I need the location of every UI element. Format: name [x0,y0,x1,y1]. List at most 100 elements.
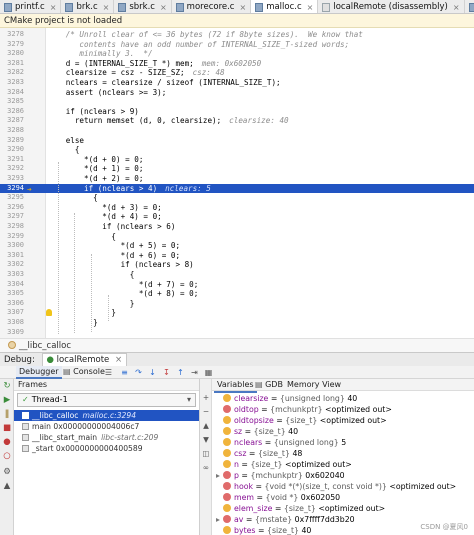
code-line[interactable]: 3288 [0,126,474,136]
line-number[interactable]: 3307 [2,308,24,318]
tab-gdb[interactable]: ▤ GDB [252,379,286,391]
line-number[interactable]: 3282 [2,68,24,78]
stack-frame[interactable]: main 0x00000000004006c7 [14,421,199,432]
tab-file[interactable]: printf.c × [0,0,62,13]
stack-frame[interactable]: _start 0x0000000000400589 [14,443,199,454]
code-line[interactable]: 3300 *(d + 5) = 0; [0,241,474,251]
line-number[interactable]: 3296 [2,203,24,213]
code-line[interactable]: 3295 { [0,193,474,203]
run-config-tab[interactable]: ● localRemote × [41,353,128,366]
line-number[interactable]: 3293 [2,174,24,184]
line-number[interactable]: 3283 [2,78,24,88]
close-icon[interactable]: × [103,3,110,12]
force-step-into-icon[interactable]: ↧ [162,368,171,377]
line-number[interactable]: 3298 [2,222,24,232]
tab-memory-view[interactable]: Memory View [284,379,344,391]
variable-row[interactable]: csz = {size_t} 48 [212,448,474,459]
show-execution-point-icon[interactable]: ≡ [120,368,129,377]
close-icon[interactable]: × [307,3,314,12]
code-line[interactable]: 3297 *(d + 4) = 0; [0,212,474,222]
line-number[interactable]: 3299 [2,232,24,242]
close-icon[interactable]: × [239,3,246,12]
variable-row[interactable]: ▸ p = {mchunkptr} 0x602040 [212,470,474,481]
line-number[interactable]: 3305 [2,289,24,299]
variable-row[interactable]: mem = {void *} 0x602050 [212,492,474,503]
code-line[interactable]: 3279 contents have an odd number of INTE… [0,40,474,50]
variable-row[interactable]: hook = {void *(*)(size_t, const void *)}… [212,481,474,492]
arrow-down-icon[interactable]: ▼ [202,435,210,444]
code-line[interactable]: 3309 [0,328,474,338]
code-line[interactable]: 3298 if (nclears > 6) [0,222,474,232]
variable-row[interactable]: nclears = {unsigned long} 5 [212,437,474,448]
code-line[interactable]: 3308 } [0,318,474,328]
code-line[interactable]: 3299 { [0,232,474,242]
line-number[interactable]: 3308 [2,318,24,328]
code-line[interactable]: 3296 *(d + 3) = 0; [0,203,474,213]
expand-arrow-icon[interactable]: ▸ [216,514,223,525]
line-number[interactable]: 3301 [2,251,24,261]
close-icon[interactable]: × [453,3,460,12]
breadcrumb[interactable]: __libc_calloc [0,338,474,352]
thread-selector[interactable]: ✓ Thread-1 ▾ [17,393,196,407]
variable-row[interactable]: clearsize = {unsigned long} 40 [212,393,474,404]
code-line[interactable]: 3278 /* Unroll clear of <= 36 bytes (72 … [0,30,474,40]
code-line[interactable]: 3304 *(d + 7) = 0; [0,280,474,290]
line-number[interactable]: 3286 [2,107,24,117]
mute-breakpoints-icon[interactable]: ○ [2,451,12,461]
pin-icon[interactable]: ▲ [2,481,12,491]
code-line[interactable]: 3306 } [0,299,474,309]
code-line[interactable]: 3291 *(d + 0) = 0; [0,155,474,165]
line-number[interactable]: 3302 [2,260,24,270]
variable-row[interactable]: sz = {size_t} 40 [212,426,474,437]
step-over-icon[interactable]: ↷ [134,368,143,377]
tab-variables[interactable]: Variables [214,379,257,393]
stack-frame[interactable]: __libc_start_main libc-start.c:209 [14,432,199,443]
code-line[interactable]: 3293 *(d + 2) = 0; [0,174,474,184]
variable-row[interactable]: n = {size_t} <optimized out> [212,459,474,470]
line-number[interactable]: 3309 [2,328,24,338]
arrow-up-icon[interactable]: ▲ [202,421,210,430]
line-number[interactable]: 3297 [2,212,24,222]
run-to-cursor-icon[interactable]: ⇥ [190,368,199,377]
tab-file[interactable]: raise.c× [465,0,474,13]
code-line[interactable]: 3282 clearsize = csz - SIZE_SZ; csz: 48 [0,68,474,78]
copy-icon[interactable]: ◫ [202,449,210,458]
stack-frame[interactable]: __libc_calloc malloc.c:3294 [14,410,199,421]
line-number[interactable]: 3278 [2,30,24,40]
step-out-icon[interactable]: ↑ [176,368,185,377]
line-number[interactable]: 3280 [2,49,24,59]
close-icon[interactable]: × [50,3,57,12]
close-icon[interactable]: × [115,355,122,365]
glasses-icon[interactable]: ∞ [202,463,210,472]
code-line[interactable]: 3285 [0,97,474,107]
plus-icon[interactable]: + [202,393,210,402]
view-breakpoints-icon[interactable]: ● [2,437,12,447]
code-line[interactable]: 3290 { [0,145,474,155]
expand-arrow-icon[interactable]: ▸ [216,470,223,481]
line-number[interactable]: 3303 [2,270,24,280]
line-number[interactable]: 3292 [2,164,24,174]
settings-icon[interactable]: ⚙ [2,467,12,477]
rerun-icon[interactable]: ↻ [2,381,12,391]
line-number[interactable]: 3294 [2,184,24,194]
variable-row[interactable]: elem_size = {size_t} <optimized out> [212,503,474,514]
line-number[interactable]: 3287 [2,116,24,126]
code-line[interactable]: 3281 d = (INTERNAL_SIZE_T *) mem; mem: 0x… [0,59,474,69]
code-line[interactable]: 3287 return memset (d, 0, clearsize); cle… [0,116,474,126]
tab-file[interactable]: localRemote (disassembly) × [318,0,465,13]
code-line[interactable]: 3303 { [0,270,474,280]
pause-icon[interactable]: ❚ [2,409,12,419]
line-number[interactable]: 3306 [2,299,24,309]
layout-icon[interactable]: ☰ [104,368,113,377]
resume-icon[interactable]: ▶ [2,395,12,405]
code-line[interactable]: 3283 nclears = clearsize / sizeof (INTER… [0,78,474,88]
code-line[interactable]: 3302 if (nclears > 8) [0,260,474,270]
line-number[interactable]: 3288 [2,126,24,136]
line-number[interactable]: 3300 [2,241,24,251]
code-line[interactable]: 3305 *(d + 8) = 0; [0,289,474,299]
line-number[interactable]: 3304 [2,280,24,290]
code-line[interactable]: 3307 } [0,308,474,318]
line-number[interactable]: 3295 [2,193,24,203]
variable-row[interactable]: oldtop = {mchunkptr} <optimized out> [212,404,474,415]
tab-file[interactable]: sbrk.c × [114,0,172,13]
